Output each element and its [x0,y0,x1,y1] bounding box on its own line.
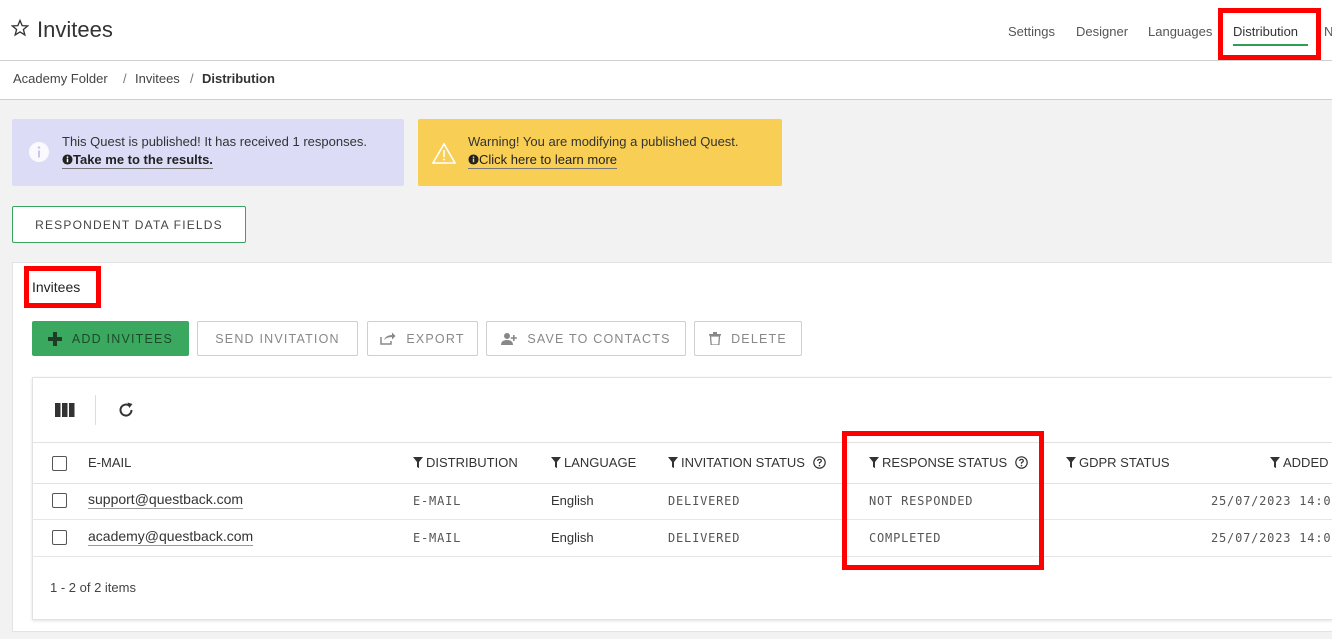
refresh-icon[interactable] [117,401,135,419]
column-email[interactable]: E-MAIL [88,455,131,470]
column-language[interactable]: LANGUAGE [551,455,636,470]
tab-languages[interactable]: Languages [1148,24,1212,39]
filter-icon[interactable] [1066,457,1076,468]
breadcrumb-invitees[interactable]: Invitees [135,71,180,86]
info-small-icon [468,154,479,165]
column-added[interactable]: ADDED [1270,455,1329,470]
breadcrumb-current: Distribution [202,71,275,86]
plus-icon [47,331,62,346]
row-invitation-status: DELIVERED [668,531,741,545]
warning-banner-text: Warning! You are modifying a published Q… [468,134,739,149]
row-divider [32,519,1332,520]
tab-next-truncated[interactable]: N [1324,24,1332,39]
help-icon[interactable] [813,456,826,469]
columns-icon[interactable] [55,403,75,417]
row-added: 25/07/2023 14:0 [1211,494,1332,508]
breadcrumb-academy-folder[interactable]: Academy Folder [13,71,108,86]
send-invitation-button[interactable]: SEND INVITATION [197,321,358,356]
row-divider [32,556,1332,557]
row-language: English [551,530,594,545]
column-distribution[interactable]: DISTRIBUTION [413,455,518,470]
breadcrumb-separator: / [190,71,194,86]
save-to-contacts-button[interactable]: SAVE TO CONTACTS [486,321,686,356]
column-invitation-status[interactable]: INVITATION STATUS [668,455,826,470]
warning-icon [432,142,456,164]
row-response-status: NOT RESPONDED [869,494,974,508]
filter-icon[interactable] [869,457,879,468]
filter-icon[interactable] [668,457,678,468]
column-response-status[interactable]: RESPONSE STATUS [869,455,1029,470]
row-added: 25/07/2023 14:0 [1211,531,1332,545]
learn-more-link[interactable]: Click here to learn more [468,152,617,169]
column-gdpr-status[interactable]: GDPR STATUS [1066,455,1170,470]
row-checkbox[interactable] [52,530,67,545]
add-contact-icon [501,332,518,345]
select-all-checkbox[interactable] [52,456,67,471]
row-response-status: COMPLETED [869,531,942,545]
breadcrumb-separator: / [123,71,127,86]
info-banner: This Quest is published! It has received… [12,119,404,186]
row-invitation-status: DELIVERED [668,494,741,508]
export-icon [380,332,396,345]
tab-distribution[interactable]: Distribution [1233,24,1298,39]
star-icon[interactable] [10,18,30,38]
invitees-panel-title: Invitees [32,279,81,295]
info-small-icon [62,154,73,165]
export-button[interactable]: EXPORT [367,321,478,356]
pagination-info: 1 - 2 of 2 items [50,580,136,595]
info-banner-text: This Quest is published! It has received… [62,134,367,149]
toolbar-divider [95,395,96,425]
info-icon [29,142,49,162]
add-invitees-button[interactable]: ADD INVITEES [32,321,189,356]
breadcrumb: Academy Folder / Invitees / Distribution [0,61,1332,100]
row-email[interactable]: support@questback.com [88,491,244,509]
filter-icon[interactable] [413,457,423,468]
delete-button[interactable]: DELETE [694,321,802,356]
respondent-data-fields-button[interactable]: RESPONDENT DATA FIELDS [12,206,246,243]
help-icon[interactable] [1015,456,1029,469]
results-link[interactable]: Take me to the results. [62,152,213,169]
filter-icon[interactable] [1270,457,1280,468]
row-checkbox[interactable] [52,493,67,508]
trash-icon [709,332,722,345]
row-distribution: E-MAIL [413,494,462,508]
page-title: Invitees [37,17,113,42]
row-email[interactable]: academy@questback.com [88,528,254,546]
row-language: English [551,493,594,508]
warning-banner: Warning! You are modifying a published Q… [418,119,782,186]
tab-settings[interactable]: Settings [1008,24,1055,39]
filter-icon[interactable] [551,457,561,468]
row-distribution: E-MAIL [413,531,462,545]
app-header: Invitees [0,0,1332,61]
active-tab-underline [1233,44,1308,46]
tab-designer[interactable]: Designer [1076,24,1128,39]
